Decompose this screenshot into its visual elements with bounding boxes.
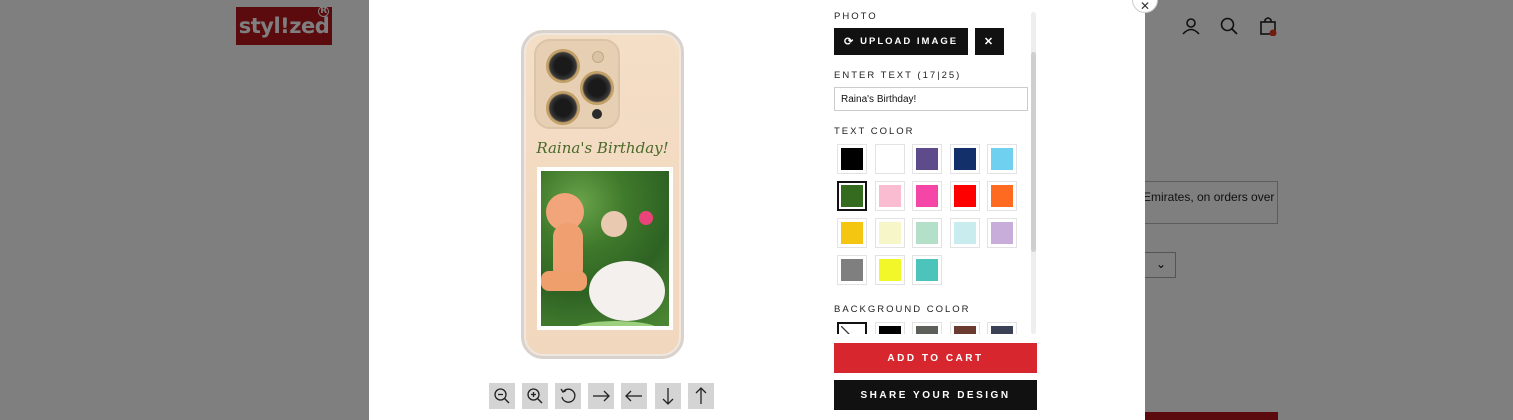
swatch-color [878, 148, 901, 170]
camera-lens [580, 71, 614, 105]
swatch-color [841, 259, 863, 281]
text-color-swatch[interactable] [949, 181, 980, 211]
add-to-cart-button[interactable]: ADD TO CART [834, 343, 1037, 373]
swatch-color [916, 185, 938, 207]
grass [571, 321, 661, 326]
close-icon: ✕ [983, 36, 996, 48]
flower [639, 211, 653, 225]
background-color-label: BACKGROUND COLOR [834, 304, 971, 315]
upload-image-label: UPLOAD IMAGE [860, 36, 959, 47]
text-color-swatch[interactable] [874, 181, 905, 211]
text-color-swatch[interactable] [837, 255, 867, 285]
photo-image [541, 171, 669, 326]
child-head [601, 211, 627, 237]
text-color-swatch[interactable] [987, 144, 1017, 174]
text-color-swatch[interactable] [912, 218, 942, 248]
background-color-swatch[interactable] [987, 322, 1017, 334]
swatch-color [991, 185, 1013, 207]
text-color-swatch[interactable] [912, 144, 942, 174]
swatch-color [916, 326, 938, 334]
case-custom-text[interactable]: Raina's Birthday! [524, 139, 681, 157]
text-color-swatch[interactable] [874, 218, 905, 248]
swatch-color [878, 259, 901, 281]
upload-image-button[interactable]: ⟳ UPLOAD IMAGE [834, 28, 968, 55]
swatch-color [991, 326, 1013, 334]
scrollbar-thumb[interactable] [1031, 52, 1036, 252]
background-color-swatch[interactable] [912, 322, 942, 334]
swatch-color [991, 148, 1013, 170]
text-color-swatch[interactable] [912, 255, 942, 285]
swatch-color [841, 326, 863, 334]
swatch-color [878, 185, 901, 207]
background-color-swatches [834, 320, 1030, 334]
swatch-color [991, 222, 1013, 244]
swatch-color [916, 148, 938, 170]
text-color-swatch[interactable] [987, 218, 1017, 248]
share-design-label: SHARE YOUR DESIGN [860, 389, 1011, 401]
share-design-button[interactable]: SHARE YOUR DESIGN [834, 380, 1037, 410]
refresh-icon: ⟳ [843, 36, 856, 48]
text-color-swatch[interactable] [949, 218, 980, 248]
move-down-icon[interactable] [655, 383, 681, 409]
text-color-swatch[interactable] [874, 255, 905, 285]
swatch-color [841, 148, 863, 170]
swatch-color [953, 148, 976, 170]
swatch-color [878, 222, 901, 244]
zoom-out-icon[interactable] [489, 383, 515, 409]
swatch-color [878, 326, 901, 334]
move-right-icon[interactable] [588, 383, 614, 409]
text-color-swatch[interactable] [837, 181, 867, 211]
zoom-in-icon[interactable] [522, 383, 548, 409]
background-color-swatch[interactable] [874, 322, 905, 334]
text-color-swatch[interactable] [912, 181, 942, 211]
camera-lens [546, 91, 580, 125]
move-up-icon[interactable] [688, 383, 714, 409]
swatch-color [953, 222, 976, 244]
camera-module [534, 39, 620, 129]
text-color-swatch[interactable] [987, 181, 1017, 211]
swatch-color [841, 185, 863, 207]
phone-case-preview: Raina's Birthday! [521, 30, 684, 359]
swatch-color [841, 222, 863, 244]
camera-lens [546, 49, 580, 83]
add-to-cart-label: ADD TO CART [887, 352, 984, 364]
text-color-swatch[interactable] [874, 144, 905, 174]
rotate-icon[interactable] [555, 383, 581, 409]
balloon-shape [541, 271, 587, 291]
case-photo[interactable] [537, 167, 673, 330]
photo-label: PHOTO [834, 11, 878, 22]
background-color-swatch[interactable] [949, 322, 980, 334]
swatch-color [916, 259, 938, 281]
swatch-color [953, 326, 976, 334]
panel-scrollbar[interactable] [1031, 12, 1036, 334]
remove-image-button[interactable]: ✕ [975, 28, 1004, 55]
text-color-swatch[interactable] [837, 144, 867, 174]
text-color-label: TEXT COLOR [834, 126, 915, 137]
enter-text-label: ENTER TEXT (17|25) [834, 70, 962, 81]
sensor [592, 109, 602, 119]
background-color-swatch[interactable] [837, 322, 867, 334]
flash [592, 51, 604, 63]
text-color-swatch[interactable] [837, 218, 867, 248]
move-left-icon[interactable] [621, 383, 647, 409]
custom-text-input[interactable] [834, 87, 1028, 111]
swatch-color [916, 222, 938, 244]
text-color-swatch[interactable] [949, 144, 980, 174]
swatch-color [953, 185, 976, 207]
child-dress [589, 261, 665, 321]
